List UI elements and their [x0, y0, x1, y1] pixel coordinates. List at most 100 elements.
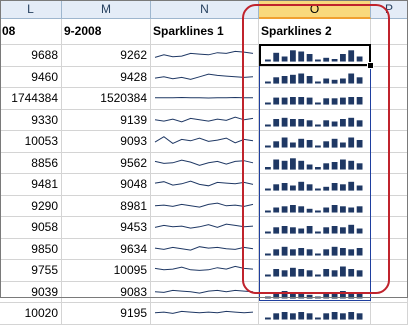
- cell-m-row-3[interactable]: 1520384: [62, 88, 151, 110]
- cell-o-row-10[interactable]: [259, 238, 371, 260]
- cell-l-row-11[interactable]: 9755: [0, 260, 62, 282]
- cell-n-header[interactable]: Sparklines 1: [151, 19, 259, 45]
- column-header-o[interactable]: O: [259, 0, 371, 19]
- cell-p-row-10[interactable]: [371, 238, 408, 260]
- cell-l-row-5[interactable]: 10053: [0, 131, 62, 153]
- cell-n-row-8[interactable]: [151, 195, 259, 217]
- sparkline-bar: [315, 81, 321, 83]
- column-header-p[interactable]: P: [371, 0, 408, 19]
- cell-p-row-1[interactable]: [371, 45, 408, 67]
- cell-p-row-9[interactable]: [371, 217, 408, 239]
- cell-p-row-13[interactable]: [371, 303, 408, 325]
- sparkline-bar: [331, 226, 338, 234]
- cell-o-row-7[interactable]: [259, 174, 371, 196]
- cell-p-row-12[interactable]: [371, 281, 408, 303]
- cell-n-row-1[interactable]: [151, 45, 259, 67]
- line-sparkline: [154, 223, 254, 229]
- cell-n-row-2[interactable]: [151, 66, 259, 88]
- cell-m-row-12[interactable]: 9083: [62, 281, 151, 303]
- cell-m-header[interactable]: 9-2008: [62, 19, 151, 45]
- sparkline-bar: [290, 185, 296, 191]
- cell-l-row-8[interactable]: 9290: [0, 195, 62, 217]
- cell-n-row-10[interactable]: [151, 238, 259, 260]
- cell-l-header[interactable]: 08: [0, 19, 62, 45]
- sparkline-bar: [340, 184, 346, 191]
- cell-n-row-13[interactable]: [151, 303, 259, 325]
- cell-l-row-13[interactable]: 10020: [0, 303, 62, 325]
- cell-p-row-2[interactable]: [371, 66, 408, 88]
- cell-l-row-1[interactable]: 9688: [0, 45, 62, 67]
- cell-n-row-4[interactable]: [151, 109, 259, 131]
- sparkline-bar: [315, 188, 321, 191]
- cell-o-row-11[interactable]: [259, 260, 371, 282]
- cell-l-row-9[interactable]: 9058: [0, 217, 62, 239]
- cell-p-row-4[interactable]: [371, 109, 408, 131]
- cell-l-row-12[interactable]: 9039: [0, 281, 62, 303]
- cell-n-row-11[interactable]: [151, 260, 259, 282]
- cell-m-row-5[interactable]: 9093: [62, 131, 151, 153]
- cell-o-row-8[interactable]: [259, 195, 371, 217]
- cell-p-row-3[interactable]: [371, 88, 408, 110]
- sparkline-bar: [273, 76, 280, 84]
- cell-n-row-5[interactable]: [151, 131, 259, 153]
- sparkline-bar: [265, 210, 271, 212]
- cell-o-row-2[interactable]: [259, 66, 371, 88]
- column-sparkline: [265, 290, 363, 299]
- cell-l-row-6[interactable]: 8856: [0, 152, 62, 174]
- cell-o-row-13[interactable]: [259, 303, 371, 325]
- cell-o-row-9[interactable]: [259, 217, 371, 239]
- sparkline-line: [154, 50, 254, 58]
- cell-n-row-7[interactable]: [151, 174, 259, 196]
- column-header-n[interactable]: N: [151, 0, 259, 19]
- cell-o-row-1[interactable]: [259, 45, 371, 67]
- cell-m-row-9[interactable]: 9453: [62, 217, 151, 239]
- cell-p-header[interactable]: [371, 19, 408, 45]
- cell-m-row-10[interactable]: 9634: [62, 238, 151, 260]
- cell-m-row-13[interactable]: 9195: [62, 303, 151, 325]
- cell-m-row-4[interactable]: 9139: [62, 109, 151, 131]
- cell-n-row-3[interactable]: [151, 88, 259, 110]
- line-sparkline: [154, 180, 254, 187]
- fill-handle[interactable]: [367, 62, 374, 69]
- cell-p-row-11[interactable]: [371, 260, 408, 282]
- cell-o-row-3[interactable]: [259, 88, 371, 110]
- cell-p-row-5[interactable]: [371, 131, 408, 153]
- sparkline-bar: [348, 97, 355, 105]
- cell-o-header[interactable]: Sparklines 2: [259, 19, 371, 45]
- sparkline-bar: [298, 228, 305, 234]
- sparkline-bar: [323, 313, 330, 320]
- column-header-l[interactable]: L: [0, 0, 62, 19]
- cell-l-row-10[interactable]: 9850: [0, 238, 62, 260]
- sparkline-bar: [290, 157, 296, 170]
- cell-m-row-8[interactable]: 8981: [62, 195, 151, 217]
- cell-o-row-5[interactable]: [259, 131, 371, 153]
- sparkline-bar: [290, 204, 296, 212]
- cell-o-row-4[interactable]: [259, 109, 371, 131]
- sparkline-bar: [348, 117, 355, 127]
- cell-p-row-7[interactable]: [371, 174, 408, 196]
- sparkline-bar: [273, 207, 280, 212]
- sparkline-line: [154, 180, 254, 187]
- cell-o-row-6[interactable]: [259, 152, 371, 174]
- cell-m-row-2[interactable]: 9428: [62, 66, 151, 88]
- cell-p-row-6[interactable]: [371, 152, 408, 174]
- sparkline-line: [154, 223, 254, 229]
- cell-l-row-2[interactable]: 9460: [0, 66, 62, 88]
- cell-o-row-12[interactable]: [259, 281, 371, 303]
- cell-n-row-9[interactable]: [151, 217, 259, 239]
- cell-l-row-7[interactable]: 9481: [0, 174, 62, 196]
- cell-p-row-8[interactable]: [371, 195, 408, 217]
- cell-m-row-11[interactable]: 10095: [62, 260, 151, 282]
- cell-n-row-6[interactable]: [151, 152, 259, 174]
- sparkline-bar: [306, 97, 313, 105]
- sparkline-bar: [298, 247, 305, 255]
- cell-n-row-12[interactable]: [151, 281, 259, 303]
- cell-m-row-1[interactable]: 9262: [62, 45, 151, 67]
- sparkline-bar: [323, 248, 330, 256]
- cell-m-row-6[interactable]: 9562: [62, 152, 151, 174]
- cell-m-row-7[interactable]: 9048: [62, 174, 151, 196]
- cell-l-row-4[interactable]: 9330: [0, 109, 62, 131]
- column-sparkline: [265, 181, 363, 191]
- column-header-m[interactable]: M: [62, 0, 151, 19]
- cell-l-row-3[interactable]: 1744384: [0, 88, 62, 110]
